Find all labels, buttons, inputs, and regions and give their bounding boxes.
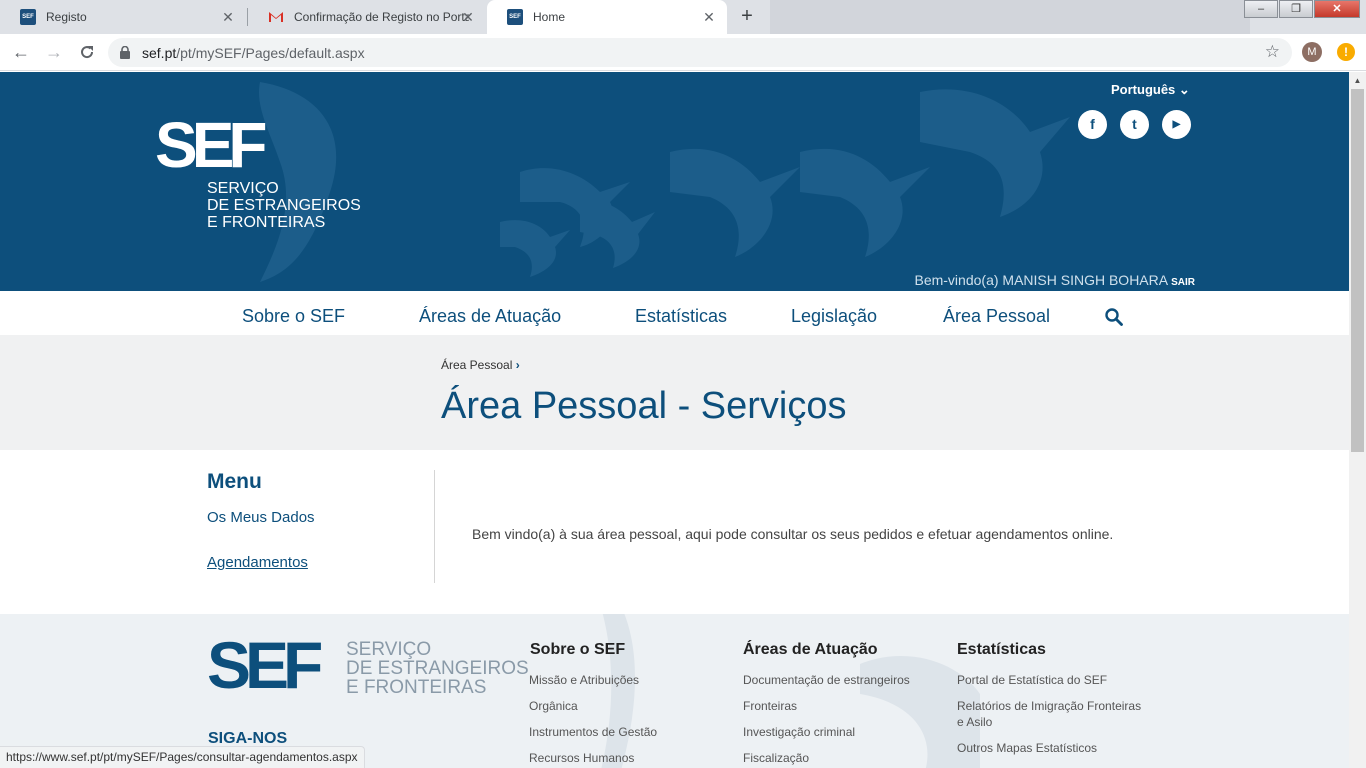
footer-link[interactable]: Portal de Estatística do SEF (957, 672, 1107, 688)
page-viewport: SEF SERVIÇO DE ESTRANGEIROS E FRONTEIRAS… (0, 72, 1349, 768)
tab-title: Confirmação de Registo no Porta (294, 10, 469, 24)
close-icon[interactable]: ✕ (701, 9, 717, 25)
site-header: SEF SERVIÇO DE ESTRANGEIROS E FRONTEIRAS… (0, 72, 1349, 291)
footer-link[interactable]: Fronteiras (743, 698, 797, 714)
tab-home[interactable]: SEF Home ✕ (487, 0, 727, 34)
logo-line: E FRONTEIRAS (346, 677, 487, 698)
language-selector[interactable]: Português ⌄ (1111, 82, 1190, 98)
url-host: sef.pt (142, 45, 177, 61)
address-bar[interactable]: sef.pt/pt/mySEF/Pages/default.aspx ☆ (108, 38, 1292, 67)
reload-button[interactable] (75, 40, 99, 64)
lock-icon (120, 46, 130, 59)
forward-button[interactable]: → (42, 40, 66, 64)
logo-line: SERVIÇO (346, 639, 432, 660)
background-tabs (770, 0, 1250, 34)
page-title: Área Pessoal - Serviços (441, 385, 847, 427)
main-content: Menu Os Meus Dados Agendamentos Bem vind… (0, 450, 1349, 614)
chevron-down-icon: ⌄ (1178, 82, 1190, 97)
page-scrollbar[interactable]: ▲ (1349, 72, 1366, 768)
close-window-button[interactable]: ✕ (1314, 0, 1360, 18)
twitter-icon[interactable]: t (1120, 110, 1149, 139)
close-icon[interactable]: ✕ (460, 9, 476, 25)
footer-column-title: Áreas de Atuação (743, 641, 878, 658)
footer-sef-logo[interactable]: SEF (207, 632, 323, 698)
welcome-message: Bem vindo(a) à sua área pessoal, aqui po… (472, 526, 1114, 542)
browser-toolbar: ← → sef.pt/pt/mySEF/Pages/default.aspx ☆ (0, 34, 1366, 71)
footer-link[interactable]: Instrumentos de Gestão (529, 724, 657, 740)
reload-icon (81, 46, 94, 59)
profile-avatar[interactable]: M (1302, 42, 1322, 62)
sef-favicon-icon: SEF (507, 9, 523, 25)
facebook-icon[interactable]: f (1078, 110, 1107, 139)
page-title-band: Área Pessoal › Área Pessoal - Serviços (0, 335, 1349, 450)
url-text: sef.pt/pt/mySEF/Pages/default.aspx (142, 45, 365, 61)
menu-item-agendamentos[interactable]: Agendamentos (207, 554, 308, 571)
tab-registo[interactable]: SEF Registo ✕ (0, 0, 246, 34)
tab-gmail-confirmation[interactable]: Confirmação de Registo no Porta ✕ (248, 0, 486, 34)
search-icon[interactable] (1105, 308, 1123, 326)
new-tab-button[interactable]: + (735, 5, 759, 29)
menu-divider (434, 470, 435, 583)
tab-strip: SEF Registo ✕ Confirmação de Registo no … (0, 0, 1366, 34)
language-label: Português (1111, 82, 1176, 97)
logo-line: E FRONTEIRAS (207, 214, 326, 231)
youtube-icon[interactable]: ▶ (1162, 110, 1191, 139)
footer-link[interactable]: Recursos Humanos (529, 750, 634, 766)
tab-title: Home (533, 10, 566, 24)
nav-item-area-pessoal[interactable]: Área Pessoal (943, 306, 1050, 327)
status-bar-url: https://www.sef.pt/pt/mySEF/Pages/consul… (0, 746, 365, 768)
logo-line: DE ESTRANGEIROS (207, 197, 361, 214)
footer-link[interactable]: Relatórios de Imigração Fronteiras e Asi… (957, 698, 1147, 730)
breadcrumb: Área Pessoal › (441, 358, 520, 372)
nav-item-estatisticas[interactable]: Estatísticas (635, 306, 727, 327)
footer-swallow-decoration (601, 614, 980, 768)
main-navigation: Sobre o SEF Áreas de Atuação Estatística… (0, 291, 1349, 335)
footer-column-title: Estatísticas (957, 641, 1046, 658)
breadcrumb-link[interactable]: Área Pessoal (441, 358, 512, 372)
welcome-text: Bem-vindo(a) MANISH SINGH BOHARA (914, 272, 1169, 288)
nav-item-areas-de-atuacao[interactable]: Áreas de Atuação (419, 306, 561, 327)
scrollbar-thumb[interactable] (1351, 89, 1364, 452)
logo-line: SERVIÇO (207, 180, 279, 197)
window-controls: – ❐ ✕ (1243, 0, 1360, 18)
bookmark-star-icon[interactable]: ☆ (1265, 42, 1280, 62)
chevron-right-icon: › (515, 358, 520, 372)
footer-link[interactable]: Fiscalização (743, 750, 809, 766)
menu-item-os-meus-dados[interactable]: Os Meus Dados (207, 509, 315, 526)
gmail-icon (268, 9, 284, 25)
scroll-up-icon[interactable]: ▲ (1349, 72, 1366, 89)
maximize-button[interactable]: ❐ (1279, 0, 1313, 18)
url-path: /pt/mySEF/Pages/default.aspx (176, 45, 365, 61)
menu-heading: Menu (207, 470, 262, 493)
tab-title: Registo (46, 10, 87, 24)
footer-link[interactable]: Outros Mapas Estatísticos (957, 740, 1097, 756)
footer-logo-subtitle: SERVIÇO DE ESTRANGEIROS E FRONTEIRAS (346, 640, 529, 697)
sef-logo[interactable]: SEF (155, 113, 267, 177)
logout-link[interactable]: SAIR (1171, 277, 1195, 288)
footer-column-title: Sobre o SEF (530, 641, 626, 658)
sef-favicon-icon: SEF (20, 9, 36, 25)
logo-line: DE ESTRANGEIROS (346, 658, 529, 679)
nav-item-legislacao[interactable]: Legislação (791, 306, 877, 327)
close-icon[interactable]: ✕ (220, 9, 236, 25)
minimize-button[interactable]: – (1244, 0, 1278, 18)
footer-link[interactable]: Missão e Atribuições (529, 672, 639, 688)
footer-link[interactable]: Investigação criminal (743, 724, 855, 740)
footer-link[interactable]: Orgânica (529, 698, 578, 714)
site-footer: SEF SERVIÇO DE ESTRANGEIROS E FRONTEIRAS… (0, 614, 1349, 768)
nav-item-sobre-o-sef[interactable]: Sobre o SEF (242, 306, 345, 327)
footer-link[interactable]: Documentação de estrangeiros (743, 672, 910, 688)
sef-logo-subtitle: SERVIÇO DE ESTRANGEIROS E FRONTEIRAS (207, 180, 361, 231)
welcome-bar: Bem-vindo(a) MANISH SINGH BOHARA SAIR (914, 272, 1195, 288)
back-button[interactable]: ← (9, 40, 33, 64)
update-alert-icon[interactable]: ! (1337, 43, 1355, 61)
